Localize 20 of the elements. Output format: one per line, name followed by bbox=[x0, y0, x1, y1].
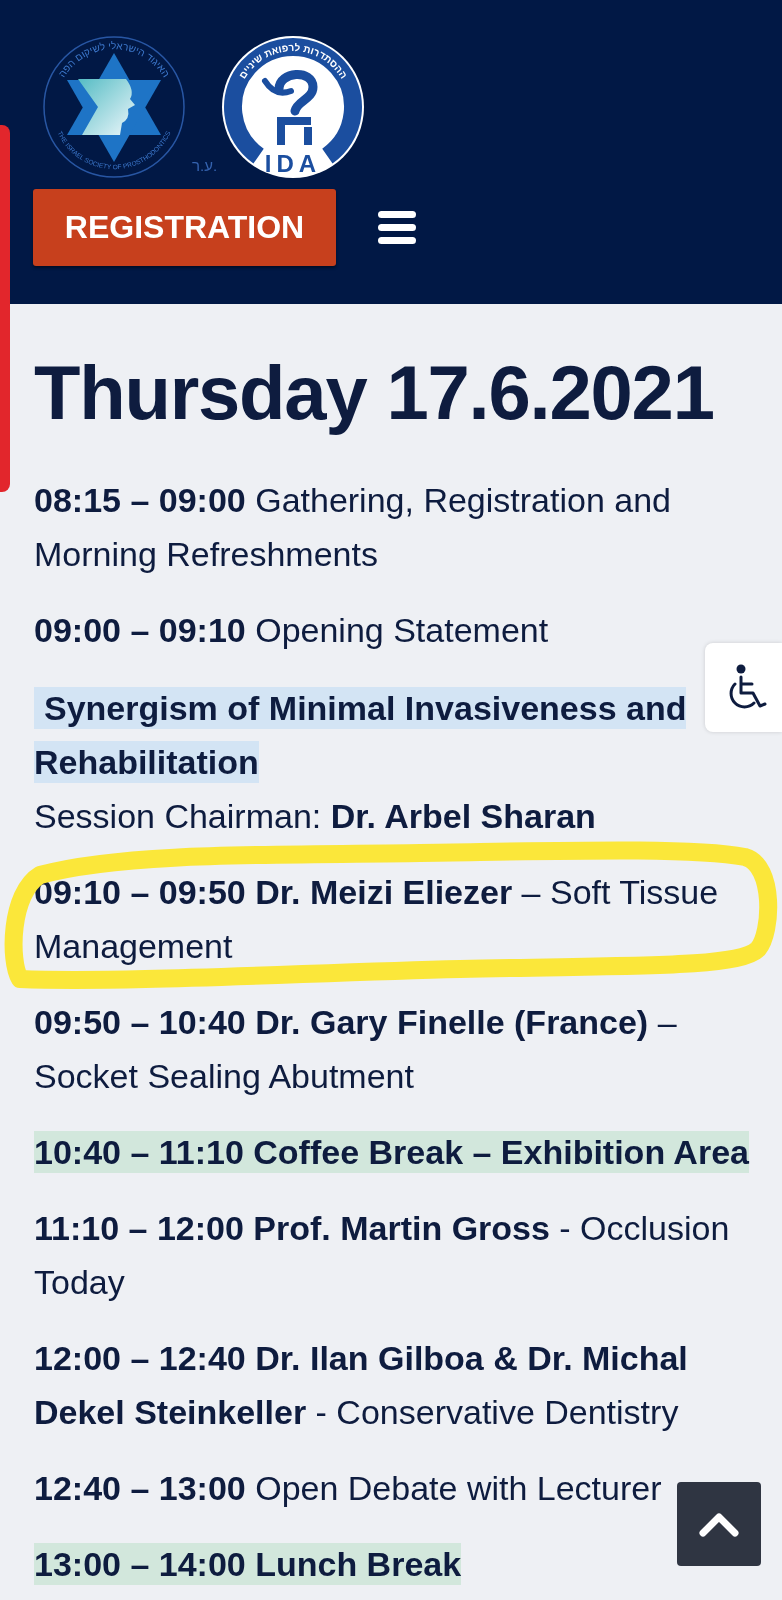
day-title: Thursday 17.6.2021 bbox=[34, 349, 715, 437]
schedule-item: 09:50 – 10:40 Dr. Gary Finelle (France) – Socket Sealing Abutment bbox=[34, 1002, 678, 1097]
schedule-break: 13:00 – 14:00 Lunch Break bbox=[34, 1543, 462, 1585]
session-chair: Session Chairman: Dr. Arbel Sharan bbox=[34, 796, 596, 837]
schedule-item: 08:15 – 09:00 Gathering, Registration and Morning Refreshments bbox=[34, 480, 672, 575]
accessibility-button[interactable] bbox=[705, 643, 782, 732]
session-title: Synergism of Minimal Invasiveness and Rehabilitation bbox=[34, 686, 688, 785]
schedule-item: 12:00 – 12:40 Dr. Ilan Gilboa & Dr. Michal Dekel Steinkeller - Conservative Dentistry bbox=[34, 1338, 689, 1433]
menu-icon[interactable] bbox=[378, 211, 416, 244]
logo-ring-text: האיגוד הישראלי לשיקום הפה bbox=[56, 40, 172, 80]
registration-button[interactable]: REGISTRATION bbox=[33, 189, 336, 266]
scroll-top-button[interactable] bbox=[677, 1482, 761, 1566]
schedule-break: 10:40 – 11:10 Coffee Break – Exhibition Area bbox=[34, 1131, 749, 1173]
schedule-item: 09:00 – 09:10 Opening Statement bbox=[34, 610, 549, 651]
chevron-up-icon bbox=[699, 1511, 739, 1537]
schedule-item: 12:40 – 13:00 Open Debate with Lecturer bbox=[34, 1468, 662, 1509]
schedule-item: 11:10 – 12:00 Prof. Martin Gross - Occlusion Today bbox=[34, 1208, 731, 1303]
logo-note: ע.ר. bbox=[192, 158, 218, 173]
schedule-item: 09:10 – 09:50 Dr. Meizi Eliezer – Soft Tissue Management bbox=[34, 872, 720, 967]
logo-initials: IDA bbox=[264, 150, 322, 177]
